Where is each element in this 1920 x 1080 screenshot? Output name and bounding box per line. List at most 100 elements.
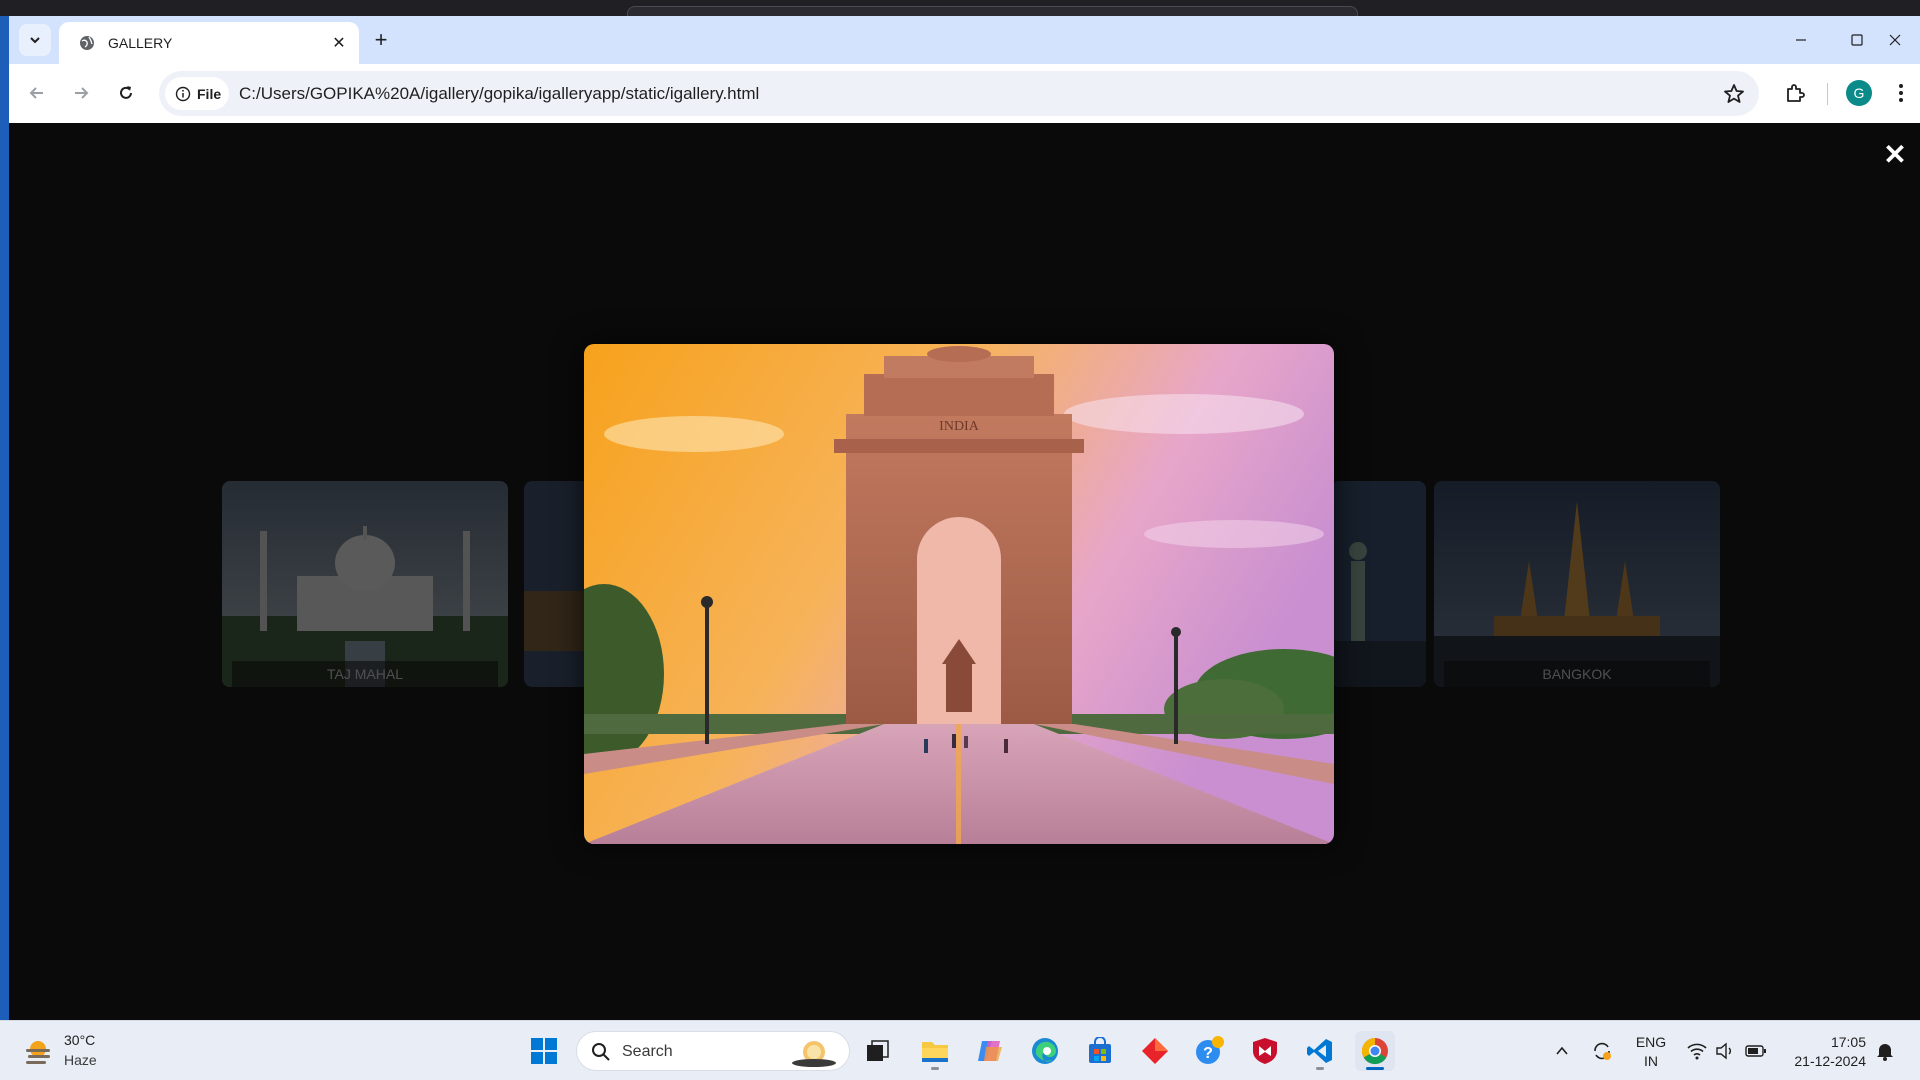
avatar: G (1846, 80, 1872, 106)
window-close-button[interactable] (1875, 24, 1915, 56)
running-indicator (931, 1067, 939, 1070)
info-icon (175, 86, 191, 101)
lightbox-close-button[interactable]: ✕ (1880, 138, 1910, 170)
sync-status[interactable] (1590, 1039, 1614, 1063)
taskbar-edge[interactable] (1025, 1031, 1065, 1071)
desktop-left-strip (0, 16, 9, 1020)
tab-close-button[interactable]: ✕ (327, 31, 351, 55)
store-icon (1089, 1037, 1111, 1063)
puzzle-icon (1787, 84, 1805, 102)
wifi-icon (1687, 1043, 1707, 1060)
chevron-up-icon (1556, 1046, 1568, 1055)
network-status[interactable] (1685, 1039, 1709, 1063)
task-view-icon (867, 1040, 889, 1061)
speaker-icon (1716, 1042, 1731, 1060)
clock-time: 17:05 (1830, 1034, 1866, 1050)
active-tab[interactable]: GALLERY ✕ (59, 22, 359, 64)
clock-date: 21-12-2024 (1794, 1053, 1866, 1069)
battery-icon (1745, 1045, 1766, 1057)
lightbox-image: INDIA (584, 344, 1334, 844)
taskbar-help-app[interactable]: ? (1190, 1031, 1230, 1071)
notification-center[interactable] (1873, 1039, 1897, 1063)
taskbar-file-explorer[interactable] (915, 1031, 955, 1071)
vscode-icon (1307, 1039, 1332, 1063)
address-bar[interactable]: File C:/Users/GOPIKA%20A/igallery/gopika… (159, 71, 1759, 116)
chevron-down-icon (30, 37, 40, 44)
language-code: ENG (1635, 1034, 1667, 1050)
svg-text:?: ? (1203, 1045, 1213, 1062)
weather-description[interactable]: Haze (64, 1052, 97, 1068)
input-language[interactable]: ENG IN (1633, 1033, 1669, 1071)
profile-button[interactable]: G (1843, 77, 1875, 109)
reload-button[interactable] (110, 77, 142, 109)
menu-button[interactable] (1885, 77, 1917, 109)
task-view-button[interactable] (858, 1031, 898, 1071)
forward-button[interactable] (65, 77, 97, 109)
globe-icon (80, 36, 94, 50)
taskbar-search-box[interactable]: Search (576, 1031, 850, 1071)
taskbar: 30°C Haze Search ? ENG IN 17:05 21-12-20… (0, 1020, 1920, 1080)
bookmark-star-icon[interactable] (1722, 82, 1746, 106)
toolbar-separator (1827, 83, 1828, 105)
extensions-button[interactable] (1779, 77, 1811, 109)
search-highlight-icon (792, 1041, 836, 1067)
chrome-icon (1361, 1037, 1388, 1065)
battery-status[interactable] (1744, 1039, 1768, 1063)
maximize-icon (1851, 34, 1863, 46)
india-gate-image: INDIA (584, 344, 1334, 844)
taskbar-copilot[interactable] (970, 1031, 1010, 1071)
search-icon (592, 1043, 610, 1061)
browser-toolbar: File C:/Users/GOPIKA%20A/igallery/gopika… (9, 64, 1920, 123)
weather-temperature[interactable]: 30°C (64, 1032, 95, 1048)
browser-window: GALLERY ✕ + File C:/Users/GOPIKA%20A/iga… (9, 16, 1920, 1020)
tab-strip: GALLERY ✕ + (9, 16, 1920, 64)
show-hidden-icons-button[interactable] (1550, 1039, 1574, 1063)
site-info-chip[interactable]: File (165, 77, 229, 110)
edge-icon (1032, 1038, 1058, 1064)
running-indicator (1316, 1067, 1324, 1070)
taskbar-app-red[interactable] (1135, 1031, 1175, 1071)
close-icon (1889, 34, 1901, 46)
minimize-button[interactable] (1781, 24, 1821, 56)
red-diamond-icon (1142, 1038, 1168, 1064)
taskbar-store[interactable] (1080, 1031, 1120, 1071)
copilot-icon (978, 1041, 1002, 1061)
taskbar-chrome[interactable] (1355, 1031, 1395, 1071)
gallery-card[interactable]: BANGKOK (1434, 481, 1720, 687)
search-placeholder: Search (622, 1043, 673, 1060)
gallery-page: ✕ TAJ MAHAL BANGKOK INDIA (9, 123, 1920, 1020)
new-tab-button[interactable]: + (367, 26, 395, 54)
plus-icon: + (374, 27, 388, 52)
bell-icon (1877, 1044, 1893, 1061)
site-chip-label: File (197, 85, 222, 102)
help-icon: ? (1196, 1036, 1224, 1064)
shield-icon (1253, 1038, 1277, 1064)
start-button[interactable] (524, 1031, 564, 1071)
card-caption: BANGKOK (1444, 661, 1710, 687)
tab-title: GALLERY (108, 35, 173, 51)
taskbar-vscode[interactable] (1300, 1031, 1340, 1071)
folder-icon (922, 1042, 948, 1062)
region-code: IN (1644, 1053, 1658, 1069)
card-caption: TAJ MAHAL (232, 661, 498, 687)
system-clock[interactable]: 17:05 21-12-2024 (1786, 1033, 1866, 1071)
close-icon: ✕ (1883, 138, 1907, 170)
maximize-button[interactable] (1837, 24, 1877, 56)
url-text[interactable]: C:/Users/GOPIKA%20A/igallery/gopika/igal… (239, 84, 759, 104)
arrow-left-icon (29, 87, 43, 99)
gallery-card[interactable]: TAJ MAHAL (222, 481, 508, 687)
volume-control[interactable] (1713, 1039, 1737, 1063)
tab-search-button[interactable] (19, 24, 51, 56)
back-button[interactable] (21, 77, 53, 109)
bangkok-image (1434, 481, 1720, 687)
haze-weather-icon[interactable] (22, 1035, 54, 1067)
minimize-icon (1796, 39, 1806, 41)
windows-start-icon (531, 1038, 557, 1064)
gallery-card[interactable] (1331, 481, 1426, 687)
taskbar-mcafee[interactable] (1245, 1031, 1285, 1071)
statue-of-liberty-image (1331, 481, 1426, 687)
running-indicator (1366, 1067, 1384, 1070)
arrow-right-icon (75, 87, 89, 99)
sync-icon (1594, 1042, 1611, 1060)
more-vertical-icon (1899, 84, 1903, 102)
